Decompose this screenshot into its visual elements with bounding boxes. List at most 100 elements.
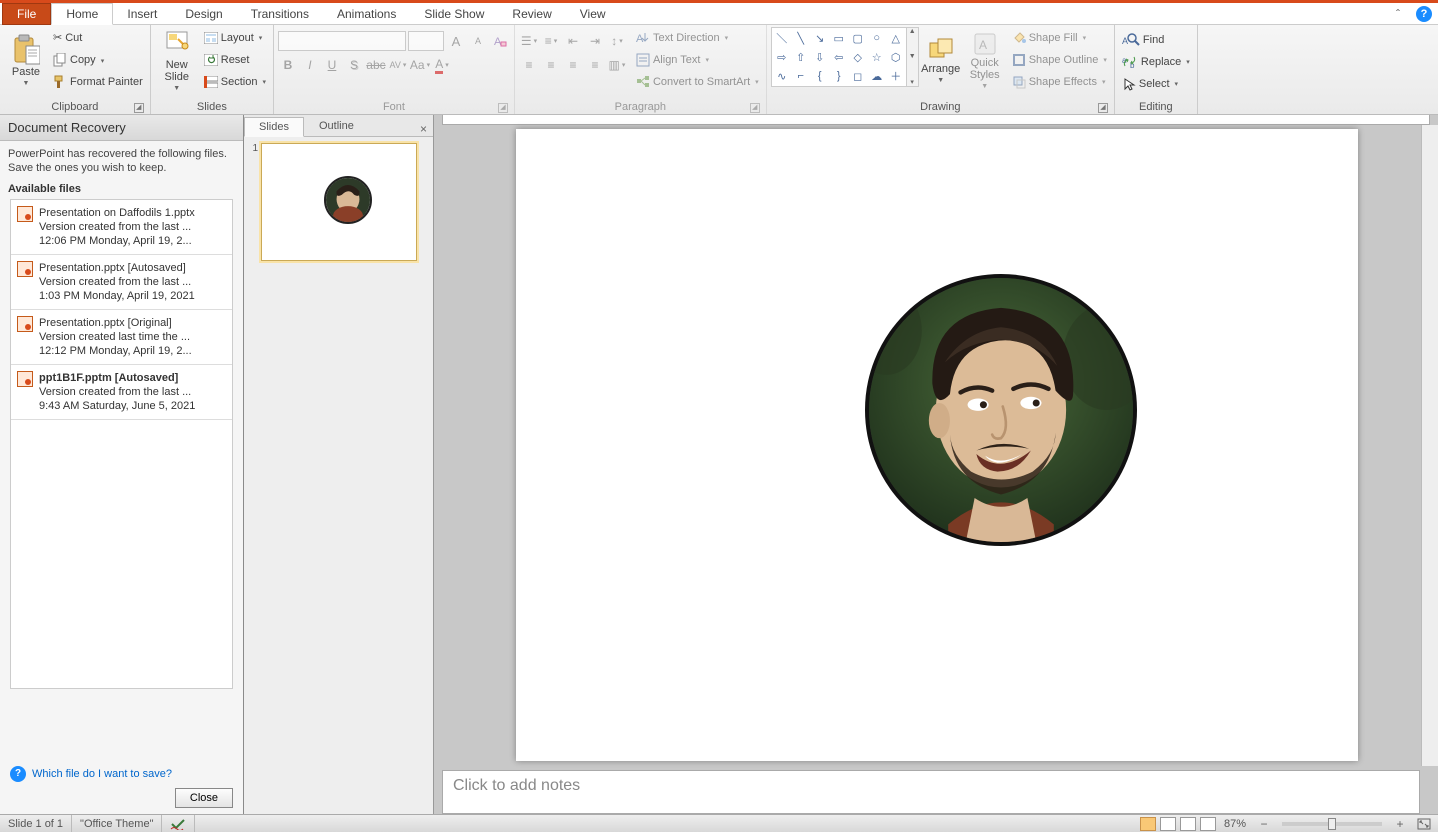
bullets-icon[interactable]: ☰ (519, 31, 539, 51)
arrange-button[interactable]: Arrange▼ (919, 27, 963, 97)
zoom-percent[interactable]: 87% (1224, 818, 1246, 830)
shape-triangle-icon[interactable]: △ (887, 29, 905, 47)
shape-brace-icon[interactable]: { (811, 67, 829, 85)
zoom-out-icon[interactable]: − (1254, 814, 1274, 834)
tab-home[interactable]: Home (51, 3, 113, 25)
inc-indent-icon[interactable]: ⇥ (585, 31, 605, 51)
align-right-icon[interactable]: ≡ (563, 55, 583, 75)
strike-icon[interactable]: abc (366, 55, 386, 75)
slides-tab[interactable]: Slides (244, 117, 304, 137)
select-button[interactable]: Select (1119, 73, 1181, 94)
dialog-launcher-icon[interactable]: ◢ (498, 103, 508, 113)
dialog-launcher-icon[interactable]: ◢ (750, 103, 760, 113)
align-center-icon[interactable]: ≡ (541, 55, 561, 75)
shape-connector-icon[interactable]: ⌐ (792, 67, 810, 85)
zoom-in-icon[interactable]: + (1390, 814, 1410, 834)
status-spellcheck[interactable] (162, 815, 195, 832)
shape-brace-icon[interactable]: } (830, 67, 848, 85)
notes-pane[interactable]: Click to add notes (442, 770, 1420, 814)
cut-button[interactable]: ✂Cut (50, 27, 146, 48)
fit-to-window-icon[interactable] (1414, 814, 1434, 834)
smartart-button[interactable]: Convert to SmartArt (633, 71, 762, 92)
shapes-gallery-scroll[interactable]: ▲▼▾ (907, 27, 919, 87)
recovery-file-item[interactable]: Presentation on Daffodils 1.pptxVersion … (11, 200, 232, 255)
shadow-icon[interactable]: S (344, 55, 364, 75)
font-color-icon[interactable]: A (432, 55, 452, 75)
numbering-icon[interactable]: ≡ (541, 31, 561, 51)
dialog-launcher-icon[interactable]: ◢ (1098, 103, 1108, 113)
tab-insert[interactable]: Insert (113, 4, 171, 24)
view-normal-icon[interactable] (1140, 817, 1156, 831)
shape-curve-icon[interactable]: ∿ (773, 67, 791, 85)
close-pane-icon[interactable]: × (414, 122, 433, 136)
bold-icon[interactable]: B (278, 55, 298, 75)
help-icon[interactable]: ? (1416, 6, 1432, 22)
italic-icon[interactable]: I (300, 55, 320, 75)
align-text-button[interactable]: Align Text (633, 49, 762, 70)
recovery-close-button[interactable]: Close (175, 788, 233, 808)
recovery-file-item[interactable]: Presentation.pptx [Autosaved]Version cre… (11, 255, 232, 310)
recovery-file-item[interactable]: Presentation.pptx [Original]Version crea… (11, 310, 232, 365)
view-reading-icon[interactable] (1180, 817, 1196, 831)
justify-icon[interactable]: ≡ (585, 55, 605, 75)
dec-indent-icon[interactable]: ⇤ (563, 31, 583, 51)
tab-transitions[interactable]: Transitions (237, 4, 323, 24)
ribbon-minimize-icon[interactable]: ˆ (1388, 4, 1408, 24)
shape-hex-icon[interactable]: ⬡ (887, 48, 905, 66)
tab-slideshow[interactable]: Slide Show (410, 4, 498, 24)
shapes-gallery[interactable]: ＼╲↘▭▢○△ ⇨⇧⇩⇦◇☆⬡ ∿⌐{}◻☁＋ (771, 27, 907, 87)
slide-photo-circle[interactable] (865, 274, 1137, 546)
slide-canvas[interactable] (516, 129, 1358, 761)
tab-design[interactable]: Design (171, 4, 236, 24)
shape-arrow-icon[interactable]: ⇧ (792, 48, 810, 66)
shape-diamond-icon[interactable]: ◇ (849, 48, 867, 66)
outline-tab[interactable]: Outline (304, 116, 369, 136)
clear-format-icon[interactable]: A (490, 31, 510, 51)
view-slideshow-icon[interactable] (1200, 817, 1216, 831)
tab-animations[interactable]: Animations (323, 4, 410, 24)
font-name-input[interactable] (278, 31, 406, 51)
recovery-file-item[interactable]: ppt1B1F.pptm [Autosaved]Version created … (11, 365, 232, 420)
quick-styles-button[interactable]: A Quick Styles▼ (963, 27, 1007, 97)
vertical-scrollbar[interactable] (1421, 125, 1438, 766)
shape-rect-icon[interactable]: ▢ (849, 29, 867, 47)
shape-fill-button[interactable]: Shape Fill (1009, 27, 1110, 48)
align-left-icon[interactable]: ≡ (519, 55, 539, 75)
underline-icon[interactable]: U (322, 55, 342, 75)
tab-view[interactable]: View (566, 4, 620, 24)
shape-outline-button[interactable]: Shape Outline (1009, 49, 1110, 70)
char-spacing-icon[interactable]: AV (388, 55, 408, 75)
recovery-help-link[interactable]: ?Which file do I want to save? (0, 766, 243, 782)
font-size-input[interactable] (408, 31, 444, 51)
shape-oval-icon[interactable]: ○ (868, 29, 886, 47)
shape-line-icon[interactable]: ＼ (773, 29, 791, 47)
new-slide-button[interactable]: New Slide▼ (155, 27, 199, 97)
line-spacing-icon[interactable]: ↕ (607, 31, 627, 51)
slide-thumbnail-1[interactable] (261, 143, 417, 261)
shape-cloud-icon[interactable]: ☁ (868, 67, 886, 85)
dialog-launcher-icon[interactable]: ◢ (134, 103, 144, 113)
shape-effects-button[interactable]: Shape Effects (1009, 71, 1110, 92)
reset-button[interactable]: Reset (201, 49, 269, 70)
replace-button[interactable]: abReplace (1119, 51, 1193, 72)
shrink-font-icon[interactable]: A (468, 31, 488, 51)
shape-callout-icon[interactable]: ◻ (849, 67, 867, 85)
shape-arrow-icon[interactable]: ⇨ (773, 48, 791, 66)
change-case-icon[interactable]: Aa (410, 55, 430, 75)
view-sorter-icon[interactable] (1160, 817, 1176, 831)
paste-button[interactable]: Paste ▼ (4, 27, 48, 97)
tab-review[interactable]: Review (498, 4, 565, 24)
copy-button[interactable]: Copy (50, 49, 146, 70)
shape-line-icon[interactable]: ╲ (792, 29, 810, 47)
layout-button[interactable]: Layout (201, 27, 269, 48)
shape-arrow-icon[interactable]: ⇩ (811, 48, 829, 66)
shape-star-icon[interactable]: ☆ (868, 48, 886, 66)
zoom-slider-thumb[interactable] (1328, 818, 1336, 830)
shape-arrow-icon[interactable]: ⇦ (830, 48, 848, 66)
grow-font-icon[interactable]: A (446, 31, 466, 51)
shape-plus-icon[interactable]: ＋ (887, 67, 905, 85)
section-button[interactable]: Section (201, 71, 269, 92)
columns-icon[interactable]: ▥ (607, 55, 627, 75)
shape-rect-icon[interactable]: ▭ (830, 29, 848, 47)
zoom-slider[interactable] (1282, 822, 1382, 826)
